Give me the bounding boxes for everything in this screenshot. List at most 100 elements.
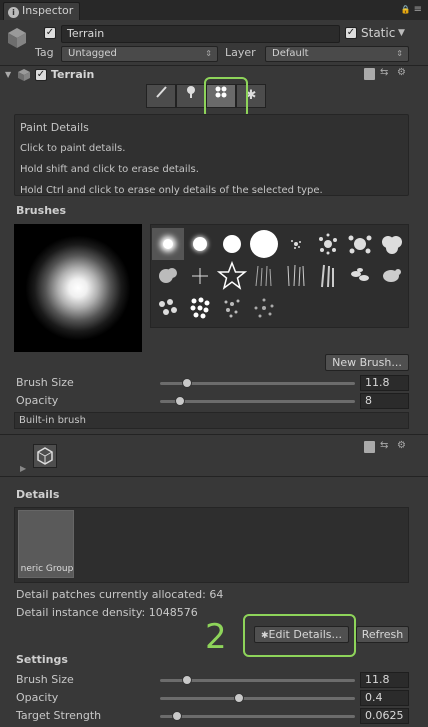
brush-rock[interactable] bbox=[376, 260, 408, 292]
brush-icon bbox=[156, 86, 167, 98]
terrain-component-title: Terrain bbox=[51, 68, 95, 81]
static-label: Static bbox=[361, 26, 396, 40]
preset-icon[interactable]: ⇆ bbox=[380, 67, 388, 78]
settings-title: Settings bbox=[16, 653, 68, 666]
separator bbox=[0, 65, 428, 66]
builtin-brush-box: Built-in brush bbox=[14, 412, 409, 429]
settings-opacity-thumb[interactable] bbox=[234, 693, 244, 703]
gameobject-cube-icon bbox=[6, 26, 28, 50]
opacity-label: Opacity bbox=[16, 394, 59, 407]
static-checkbox[interactable]: ✓ bbox=[345, 27, 357, 39]
brush-hard-medium[interactable] bbox=[216, 228, 248, 260]
tool-paint-trees[interactable] bbox=[176, 84, 206, 108]
opacity-slider[interactable] bbox=[160, 400, 355, 403]
brush-smoke[interactable] bbox=[152, 260, 184, 292]
layer-value: Default bbox=[272, 48, 309, 59]
brush-size-slider-thumb[interactable] bbox=[182, 378, 193, 388]
target-strength-slider[interactable] bbox=[160, 715, 355, 718]
target-strength-thumb[interactable] bbox=[171, 711, 182, 721]
brush-grass-noise[interactable] bbox=[248, 260, 280, 292]
terrain-enabled-checkbox[interactable]: ✓ bbox=[35, 69, 47, 81]
menu-icon[interactable]: ≡ bbox=[414, 4, 422, 15]
static-dropdown-arrow-icon[interactable]: ▼ bbox=[398, 28, 405, 38]
tag-label: Tag bbox=[35, 46, 54, 59]
brush-splatter-small[interactable] bbox=[280, 228, 312, 260]
unity-logo-icon bbox=[33, 444, 57, 468]
new-brush-button[interactable]: New Brush... bbox=[325, 354, 409, 371]
help-title: Paint Details bbox=[20, 121, 89, 134]
brush-streaks[interactable] bbox=[312, 260, 344, 292]
layer-label: Layer bbox=[225, 46, 256, 59]
brush-sparkle[interactable] bbox=[184, 260, 216, 292]
edit-details-label: Edit Details... bbox=[268, 628, 342, 641]
details-title: Details bbox=[16, 488, 60, 501]
settings-opacity-label: Opacity bbox=[16, 691, 59, 704]
tab-menu-icons[interactable]: 🔒 ≡ bbox=[400, 4, 422, 15]
annotation-box-1 bbox=[204, 77, 248, 119]
builtin-brush-label: Built-in brush bbox=[19, 415, 86, 426]
annotation-number-2: 2 bbox=[205, 617, 227, 657]
foldout-arrow-icon[interactable]: ▶ bbox=[20, 464, 26, 473]
dropdown-arrows-icon: ⇕ bbox=[396, 49, 403, 58]
brush-preview bbox=[14, 224, 142, 352]
separator bbox=[0, 434, 428, 435]
inspector-tab[interactable]: i Inspector bbox=[3, 2, 80, 20]
brush-size-label: Brush Size bbox=[16, 376, 74, 389]
separator bbox=[0, 476, 428, 477]
opacity-slider-thumb[interactable] bbox=[174, 396, 185, 406]
preset-icon[interactable]: ⇆ bbox=[380, 440, 388, 451]
brush-cloud[interactable] bbox=[376, 228, 408, 260]
target-strength-label: Target Strength bbox=[16, 709, 102, 722]
brush-size-value[interactable]: 11.8 bbox=[360, 375, 409, 391]
brush-grass-blades[interactable] bbox=[280, 260, 312, 292]
refresh-button[interactable]: Refresh bbox=[356, 626, 409, 643]
inspector-tab-label: Inspector bbox=[22, 4, 74, 17]
detail-density-text: Detail instance density: 1048576 bbox=[16, 606, 198, 619]
brush-speckle[interactable] bbox=[216, 292, 248, 324]
detail-patches-text: Detail patches currently allocated: 64 bbox=[16, 588, 224, 601]
help-line-3: Hold Ctrl and click to erase only detail… bbox=[20, 185, 323, 196]
tool-raise-lower[interactable] bbox=[146, 84, 176, 108]
details-gear-icon[interactable]: ⚙ bbox=[397, 440, 406, 451]
opacity-value[interactable]: 8 bbox=[360, 393, 409, 409]
help-book-icon[interactable] bbox=[364, 68, 375, 80]
settings-brush-size-thumb[interactable] bbox=[182, 675, 193, 685]
lock-icon[interactable]: 🔒 bbox=[400, 5, 410, 14]
tree-icon bbox=[187, 86, 195, 98]
brush-dots-grid[interactable] bbox=[184, 292, 216, 324]
help-line-1: Click to paint details. bbox=[20, 143, 126, 154]
gear-icon: ✱ bbox=[261, 631, 269, 641]
settings-brush-size-label: Brush Size bbox=[16, 673, 74, 686]
brush-star[interactable] bbox=[216, 260, 248, 292]
brush-leaves[interactable] bbox=[344, 260, 376, 292]
brush-soft-medium[interactable] bbox=[184, 228, 216, 260]
foldout-arrow-icon[interactable]: ▼ bbox=[5, 70, 11, 79]
brushes-title: Brushes bbox=[16, 204, 67, 217]
help-box: Paint Details Click to paint details. Ho… bbox=[14, 114, 409, 196]
dropdown-arrows-icon: ⇕ bbox=[205, 49, 212, 58]
active-checkbox[interactable]: ✓ bbox=[44, 27, 56, 39]
help-line-2: Hold shift and click to erase details. bbox=[20, 164, 199, 175]
tag-value: Untagged bbox=[68, 48, 117, 59]
settings-opacity-value[interactable]: 0.4 bbox=[360, 690, 409, 706]
brush-speckle-ring[interactable] bbox=[248, 292, 280, 324]
component-gear-icon[interactable]: ⚙ bbox=[397, 67, 406, 78]
detail-item-generic-group[interactable]: neric Group bbox=[18, 510, 74, 578]
terrain-component-icon bbox=[17, 68, 31, 85]
target-strength-value[interactable]: 0.0625 bbox=[360, 708, 409, 724]
settings-opacity-slider[interactable] bbox=[160, 697, 355, 700]
brush-splatter-large[interactable] bbox=[344, 228, 376, 260]
object-name-field[interactable]: Terrain bbox=[61, 25, 340, 43]
brush-hard-large[interactable] bbox=[248, 228, 280, 260]
brush-splatter-medium[interactable] bbox=[312, 228, 344, 260]
settings-brush-size-value[interactable]: 11.8 bbox=[360, 672, 409, 688]
edit-details-button[interactable]: ✱Edit Details... bbox=[254, 626, 349, 643]
tag-dropdown[interactable]: Untagged ⇕ bbox=[61, 46, 218, 62]
detail-item-label: neric Group bbox=[20, 564, 74, 574]
layer-dropdown[interactable]: Default ⇕ bbox=[265, 46, 409, 62]
brush-soft-small[interactable] bbox=[152, 228, 184, 260]
brush-dots-cluster[interactable] bbox=[152, 292, 184, 324]
brush-grid[interactable] bbox=[150, 224, 409, 328]
info-icon: i bbox=[8, 7, 19, 18]
help-book-icon[interactable] bbox=[364, 441, 375, 453]
